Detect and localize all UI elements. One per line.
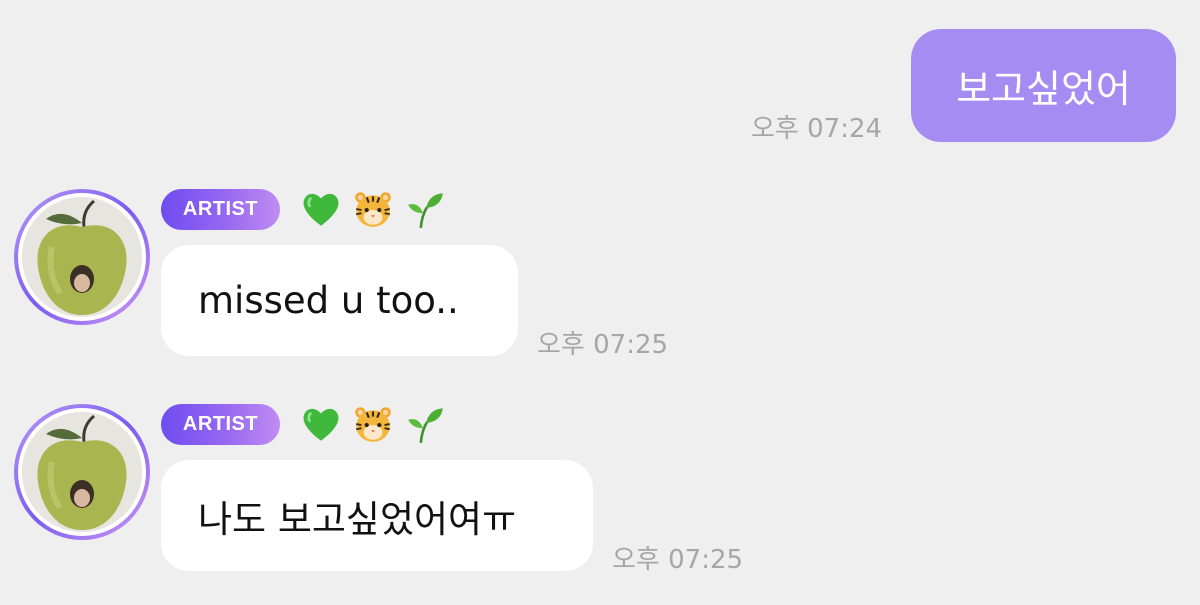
tiger-face-icon xyxy=(352,188,394,230)
incoming-message-bubble[interactable]: missed u too.. xyxy=(161,245,518,356)
message-text: 보고싶었어 xyxy=(956,67,1131,111)
sender-emojis xyxy=(300,188,446,230)
outgoing-message-bubble[interactable]: 보고싶었어 xyxy=(911,29,1176,142)
message-timestamp: 오후 07:25 xyxy=(537,330,669,360)
message-timestamp: 오후 07:24 xyxy=(751,114,883,144)
artist-badge: ARTIST xyxy=(161,189,280,230)
artist-badge: ARTIST xyxy=(161,404,280,445)
apple-costume-photo xyxy=(22,197,142,317)
green-heart-icon xyxy=(300,188,342,230)
incoming-message-bubble[interactable]: 나도 보고싶었어여ㅠ xyxy=(161,460,593,571)
artist-avatar[interactable] xyxy=(14,189,150,325)
message-text: missed u too.. xyxy=(198,279,459,322)
message-text: 나도 보고싶었어여ㅠ xyxy=(198,497,517,541)
seedling-icon xyxy=(404,403,446,445)
apple-costume-photo xyxy=(22,412,142,532)
tiger-face-icon xyxy=(352,403,394,445)
artist-avatar[interactable] xyxy=(14,404,150,540)
seedling-icon xyxy=(404,188,446,230)
sender-emojis xyxy=(300,403,446,445)
green-heart-icon xyxy=(300,403,342,445)
message-timestamp: 오후 07:25 xyxy=(612,545,744,575)
chat-thread: 보고싶었어 오후 07:24 ARTIST missed u too.. 오후 … xyxy=(0,0,1200,605)
